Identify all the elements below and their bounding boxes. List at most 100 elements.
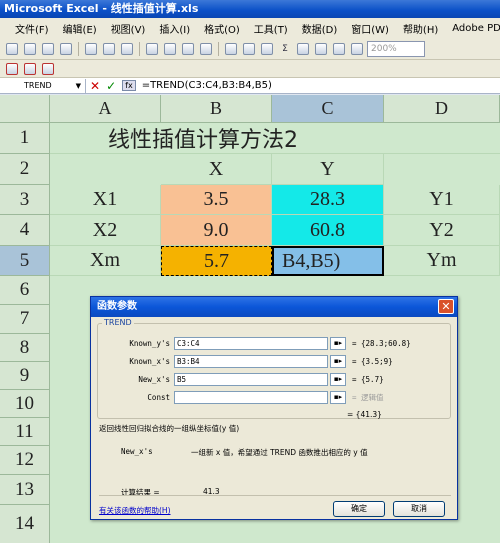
pdf-email-icon[interactable] bbox=[22, 61, 38, 77]
known-y-input[interactable]: C3:C4 bbox=[174, 336, 328, 350]
cell-d4[interactable]: Y2 bbox=[384, 215, 500, 246]
print-icon[interactable] bbox=[83, 41, 99, 57]
zoom-box[interactable]: 200% bbox=[367, 40, 425, 57]
col-header-d[interactable]: D bbox=[384, 95, 500, 123]
cell-c5-active[interactable]: B4,B5) bbox=[272, 246, 384, 276]
cell-d5[interactable]: Ym bbox=[384, 246, 500, 276]
sort-desc-icon[interactable] bbox=[313, 41, 329, 57]
divider bbox=[99, 495, 451, 496]
menu-format[interactable]: 格式(O) bbox=[197, 21, 247, 36]
drawing-icon[interactable] bbox=[349, 41, 365, 57]
menu-adobe-pdf[interactable]: Adobe PDF(B) bbox=[445, 23, 500, 34]
redo-icon[interactable] bbox=[241, 41, 257, 57]
col-header-a[interactable]: A bbox=[50, 95, 161, 123]
name-box[interactable]: TREND ▼ bbox=[0, 78, 86, 93]
row-header-3[interactable]: 3 bbox=[0, 185, 50, 215]
menu-insert[interactable]: 插入(I) bbox=[152, 21, 197, 36]
known-x-input[interactable]: B3:B4 bbox=[174, 354, 328, 368]
open-icon[interactable] bbox=[22, 41, 38, 57]
row-header-9[interactable]: 9 bbox=[0, 362, 50, 390]
range-select-icon[interactable]: ▪▸ bbox=[330, 336, 346, 350]
cell-c3[interactable]: 28.3 bbox=[272, 185, 384, 215]
menu-help[interactable]: 帮助(H) bbox=[396, 21, 445, 36]
row-header-8[interactable]: 8 bbox=[0, 334, 50, 362]
chart-wizard-icon[interactable] bbox=[331, 41, 347, 57]
row-header-4[interactable]: 4 bbox=[0, 215, 50, 246]
col-header-c[interactable]: C bbox=[272, 95, 384, 123]
formula-input[interactable]: =TREND(C3:C4,B3:B4,B5) bbox=[142, 80, 272, 91]
cell-a3[interactable]: X1 bbox=[50, 185, 161, 215]
cancel-icon[interactable]: ✕ bbox=[90, 79, 100, 93]
cell-b2[interactable]: X bbox=[161, 154, 272, 185]
format-painter-icon[interactable] bbox=[198, 41, 214, 57]
arg-row-known-x: Known_x's B3:B4 ▪▸ = {3.5;9} bbox=[98, 354, 450, 368]
menu-file[interactable]: 文件(F) bbox=[8, 21, 56, 36]
menu-window[interactable]: 窗口(W) bbox=[344, 21, 396, 36]
menu-view[interactable]: 视图(V) bbox=[104, 21, 153, 36]
cell-b5[interactable]: 5.7 bbox=[161, 246, 272, 276]
window-title: Microsoft Excel - 线性插值计算.xls bbox=[4, 2, 199, 15]
copy-icon[interactable] bbox=[162, 41, 178, 57]
arg-result: = {28.3;60.8} bbox=[352, 338, 411, 348]
formula-bar: TREND ▼ ✕ ✓ fx =TREND(C3:C4,B3:B4,B5) bbox=[0, 78, 500, 94]
new-x-input[interactable]: B5 bbox=[174, 372, 328, 386]
sort-asc-icon[interactable] bbox=[295, 41, 311, 57]
range-select-icon[interactable]: ▪▸ bbox=[330, 354, 346, 368]
row-header-13[interactable]: 13 bbox=[0, 475, 50, 505]
cell-a4[interactable]: X2 bbox=[50, 215, 161, 246]
spelling-icon[interactable] bbox=[119, 41, 135, 57]
help-link[interactable]: 有关该函数的帮助(H) bbox=[99, 505, 171, 516]
function-name-label: TREND bbox=[102, 318, 134, 327]
paste-icon[interactable] bbox=[180, 41, 196, 57]
enter-icon[interactable]: ✓ bbox=[106, 79, 116, 93]
row-header-2[interactable]: 2 bbox=[0, 154, 50, 185]
const-input[interactable] bbox=[174, 390, 328, 404]
close-icon[interactable]: ✕ bbox=[438, 299, 454, 314]
menu-data[interactable]: 数据(D) bbox=[295, 21, 345, 36]
pdf-review-icon[interactable] bbox=[40, 61, 56, 77]
menu-edit[interactable]: 编辑(E) bbox=[56, 21, 104, 36]
arguments-group: TREND Known_y's C3:C4 ▪▸ = {28.3;60.8} K… bbox=[97, 318, 451, 419]
save-icon[interactable] bbox=[40, 41, 56, 57]
print-preview-icon[interactable] bbox=[101, 41, 117, 57]
cell-b4[interactable]: 9.0 bbox=[161, 215, 272, 246]
row-header-7[interactable]: 7 bbox=[0, 305, 50, 334]
undo-icon[interactable] bbox=[223, 41, 239, 57]
row-header-14[interactable]: 14 bbox=[0, 505, 50, 543]
range-select-icon[interactable]: ▪▸ bbox=[330, 372, 346, 386]
arg-label: New_x's bbox=[138, 374, 170, 384]
overall-result: = {41.3} bbox=[347, 410, 382, 419]
cell-c2[interactable]: Y bbox=[272, 154, 384, 185]
pdf-convert-icon[interactable] bbox=[4, 61, 20, 77]
col-header-b[interactable]: B bbox=[161, 95, 272, 123]
permission-icon[interactable] bbox=[58, 41, 74, 57]
calc-result-label: 计算结果 = bbox=[121, 488, 160, 497]
param-name: New_x's bbox=[121, 447, 153, 456]
cell-a5[interactable]: Xm bbox=[50, 246, 161, 276]
cell-c4[interactable]: 60.8 bbox=[272, 215, 384, 246]
function-description: 返回线性回归拟合线的一组纵坐标值(y 值) bbox=[99, 424, 240, 433]
row-header-12[interactable]: 12 bbox=[0, 446, 50, 475]
standard-toolbar: Σ 200% bbox=[0, 38, 500, 60]
new-icon[interactable] bbox=[4, 41, 20, 57]
dropdown-icon[interactable]: ▼ bbox=[76, 79, 81, 93]
insert-function-icon[interactable]: fx bbox=[122, 80, 136, 91]
cancel-button[interactable]: 取消 bbox=[393, 501, 445, 517]
sheet-title-cell[interactable]: 线性插值计算方法2 bbox=[50, 123, 500, 154]
hyperlink-icon[interactable] bbox=[259, 41, 275, 57]
ok-button[interactable]: 确定 bbox=[333, 501, 385, 517]
row-header-5[interactable]: 5 bbox=[0, 246, 50, 276]
range-select-icon[interactable]: ▪▸ bbox=[330, 390, 346, 404]
cell-b3[interactable]: 3.5 bbox=[161, 185, 272, 215]
select-all-corner[interactable] bbox=[0, 95, 50, 123]
toolbar-separator bbox=[218, 41, 219, 56]
row-header-11[interactable]: 11 bbox=[0, 418, 50, 446]
row-header-10[interactable]: 10 bbox=[0, 390, 50, 418]
menu-tools[interactable]: 工具(T) bbox=[247, 21, 295, 36]
row-header-6[interactable]: 6 bbox=[0, 276, 50, 305]
arg-result: = 逻辑值 bbox=[352, 392, 384, 402]
cut-icon[interactable] bbox=[144, 41, 160, 57]
row-header-1[interactable]: 1 bbox=[0, 123, 50, 154]
autosum-icon[interactable]: Σ bbox=[277, 41, 293, 57]
cell-d3[interactable]: Y1 bbox=[384, 185, 500, 215]
